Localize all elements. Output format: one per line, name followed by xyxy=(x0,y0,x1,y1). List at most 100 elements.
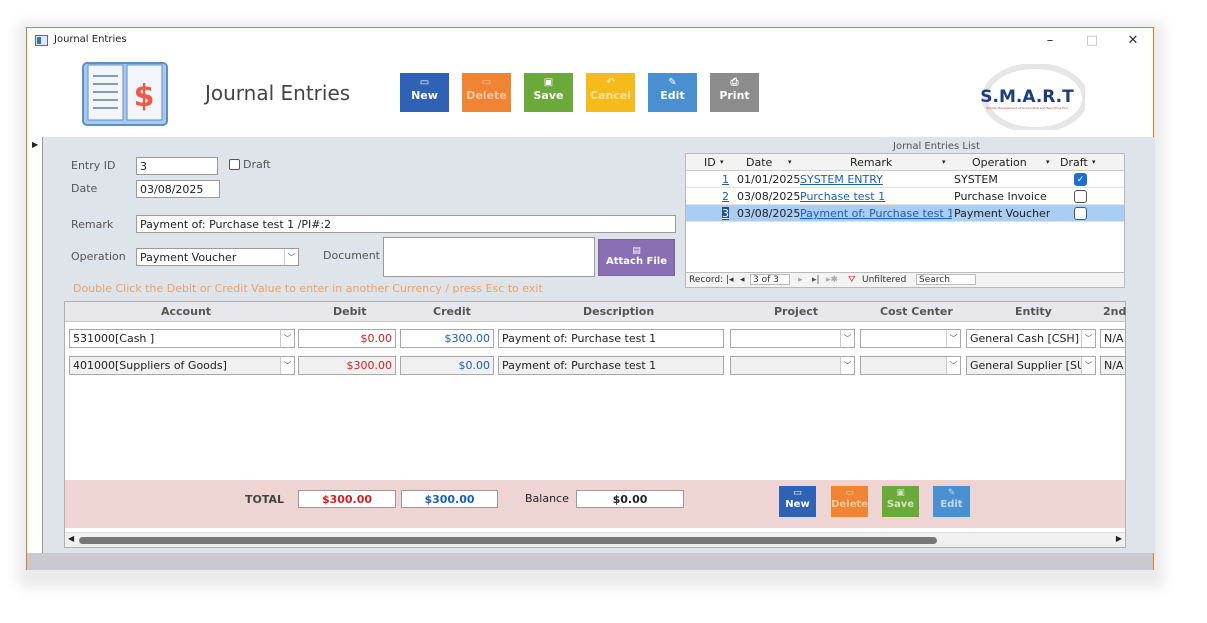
description-field[interactable]: Payment of: Purchase test 1 xyxy=(498,356,724,375)
col-project: Project xyxy=(774,305,819,318)
chevron-down-icon[interactable]: ﹀ xyxy=(280,330,294,347)
col-second: 2nd xyxy=(1103,305,1127,318)
draft-checkbox-icon[interactable] xyxy=(1074,207,1087,220)
second-field[interactable]: N/A xyxy=(1100,356,1126,375)
entries-list[interactable]: ID ▾ Date ▾ Remark ▾ Operation ▾ Draft ▾ 1 01… xyxy=(685,153,1125,288)
chevron-down-icon[interactable]: ﹀ xyxy=(840,357,854,374)
chevron-down-icon[interactable]: ﹀ xyxy=(946,330,960,347)
cancel-button[interactable]: ↶ Cancel xyxy=(586,73,635,112)
document-label: Document xyxy=(323,249,380,262)
chevron-down-icon[interactable]: ﹀ xyxy=(1081,357,1095,374)
line-save-button[interactable]: ▣ Save xyxy=(882,486,919,517)
chevron-down-icon[interactable]: ﹀ xyxy=(1081,330,1095,347)
chevron-down-icon[interactable]: ﹀ xyxy=(280,357,294,374)
operation-select[interactable]: Payment Voucher ﹀ xyxy=(136,248,299,266)
project-select[interactable]: ﹀ xyxy=(730,329,855,348)
edit-button[interactable]: ✎ Edit xyxy=(648,73,697,112)
entry-id-field[interactable]: 3 xyxy=(136,157,218,175)
list-col-remark[interactable]: Remark xyxy=(850,156,892,169)
draft-checkbox-icon[interactable] xyxy=(1074,190,1087,203)
date-field[interactable]: 03/08/2025 xyxy=(136,180,220,198)
journal-lines-grid: Account Debit Credit Description Project… xyxy=(64,301,1126,548)
operation-value: Payment Voucher xyxy=(140,251,237,264)
attach-file-button[interactable]: ▤ Attach File xyxy=(598,239,675,276)
account-select[interactable]: 401000[Suppliers of Goods] ﹀ xyxy=(69,356,295,375)
title-bar: Journal Entries – □ ✕ xyxy=(27,28,1153,54)
chevron-down-icon[interactable]: ﹀ xyxy=(284,249,298,265)
edit-icon: ✎ xyxy=(947,488,956,498)
new-record-icon[interactable]: ▸✱ xyxy=(826,275,838,285)
last-record-icon[interactable]: ▸| xyxy=(812,275,820,285)
delete-button[interactable]: ▭ Delete xyxy=(462,73,511,112)
attach-icon: ▤ xyxy=(632,246,641,256)
chevron-down-icon[interactable]: ﹀ xyxy=(840,330,854,347)
list-item[interactable]: 1 01/01/2025 SYSTEM ENTRY SYSTEM ✓ xyxy=(686,171,1124,188)
list-item[interactable]: 3 03/08/2025 Payment of: Purchase test 1… xyxy=(686,205,1124,222)
minimize-button[interactable]: – xyxy=(1035,31,1065,51)
total-label: TOTAL xyxy=(245,493,285,506)
project-select[interactable]: ﹀ xyxy=(730,356,855,375)
col-entity: Entity xyxy=(1015,305,1052,318)
col-account: Account xyxy=(161,305,212,318)
debit-field[interactable]: $300.00 xyxy=(298,356,396,375)
record-selector-strip[interactable]: ▶ xyxy=(27,137,43,553)
line-new-button[interactable]: ▭ New xyxy=(779,486,816,517)
cost-center-select[interactable]: ﹀ xyxy=(860,356,961,375)
chevron-down-icon[interactable]: ﹀ xyxy=(946,357,960,374)
col-cost-center: Cost Center xyxy=(880,305,953,318)
scroll-right-icon[interactable]: ▶ xyxy=(1116,534,1122,543)
filter-status[interactable]: Unfiltered xyxy=(862,275,906,285)
scroll-thumb[interactable] xyxy=(79,537,937,544)
horizontal-scrollbar[interactable]: ◀ ▶ xyxy=(65,532,1125,547)
entity-select[interactable]: General Supplier [SUP] ﹀ xyxy=(966,356,1096,375)
status-bar xyxy=(27,553,1153,570)
print-button[interactable]: ⎙ Print xyxy=(710,73,759,112)
entry-form: Entry ID 3 Draft Date 03/08/2025 Remark … xyxy=(43,137,1155,553)
previous-record-icon[interactable]: ◂ xyxy=(740,275,745,285)
document-field[interactable] xyxy=(383,237,595,277)
totals-bar: TOTAL $300.00 $300.00 Balance $0.00 ▭ New… xyxy=(65,480,1125,528)
credit-field[interactable]: $0.00 xyxy=(400,356,494,375)
scroll-left-icon[interactable]: ◀ xyxy=(68,534,74,543)
form-icon xyxy=(35,35,48,46)
list-item[interactable]: 2 03/08/2025 Purchase test 1 Purchase In… xyxy=(686,188,1124,205)
new-button[interactable]: ▭ New xyxy=(400,73,449,112)
total-debit: $300.00 xyxy=(298,490,396,508)
new-icon: ▭ xyxy=(419,77,430,88)
debit-field[interactable]: $0.00 xyxy=(298,329,396,348)
second-field[interactable]: N/A xyxy=(1100,329,1126,348)
save-icon: ▣ xyxy=(543,77,554,88)
entity-select[interactable]: General Cash [CSH] ﹀ xyxy=(966,329,1096,348)
maximize-button[interactable]: □ xyxy=(1077,31,1107,51)
next-record-icon[interactable]: ▸ xyxy=(798,275,803,285)
description-field[interactable]: Payment of: Purchase test 1 xyxy=(498,329,724,348)
record-position-field[interactable]: 3 of 3 xyxy=(750,274,790,285)
cancel-icon: ↶ xyxy=(606,77,615,88)
list-col-operation[interactable]: Operation xyxy=(972,156,1027,169)
first-record-icon[interactable]: |◂ xyxy=(726,275,734,285)
journal-book-logo-icon: $ xyxy=(82,62,168,126)
draft-checkbox[interactable] xyxy=(229,159,240,170)
save-button[interactable]: ▣ Save xyxy=(524,73,573,112)
credit-field[interactable]: $300.00 xyxy=(400,329,494,348)
total-credit: $300.00 xyxy=(401,490,498,508)
list-col-id[interactable]: ID xyxy=(704,156,716,169)
search-input[interactable]: Search xyxy=(916,274,976,285)
filter-icon[interactable]: ⛛ xyxy=(848,275,856,285)
line-delete-button[interactable]: ▭ Delete xyxy=(831,486,868,517)
page-title: Journal Entries xyxy=(205,81,351,105)
line-edit-button[interactable]: ✎ Edit xyxy=(933,486,970,517)
draft-checkbox-checked-icon[interactable]: ✓ xyxy=(1074,173,1087,186)
list-col-date[interactable]: Date xyxy=(746,156,772,169)
close-button[interactable]: ✕ xyxy=(1118,31,1148,51)
entries-list-title: Jornal Entries List xyxy=(893,141,980,152)
remark-field[interactable]: Payment of: Purchase test 1 /PI#:2 xyxy=(136,215,676,233)
grid-header: Account Debit Credit Description Project… xyxy=(65,302,1127,322)
account-select[interactable]: 531000[Cash ] ﹀ xyxy=(69,329,295,348)
journal-entries-window: Journal Entries – □ ✕ $ Journal Entries … xyxy=(26,27,1155,570)
balance-label: Balance xyxy=(525,492,569,505)
current-record-arrow-icon: ▶ xyxy=(32,140,39,149)
print-icon: ⎙ xyxy=(730,77,739,88)
list-col-draft[interactable]: Draft xyxy=(1060,156,1088,169)
cost-center-select[interactable]: ﹀ xyxy=(860,329,961,348)
